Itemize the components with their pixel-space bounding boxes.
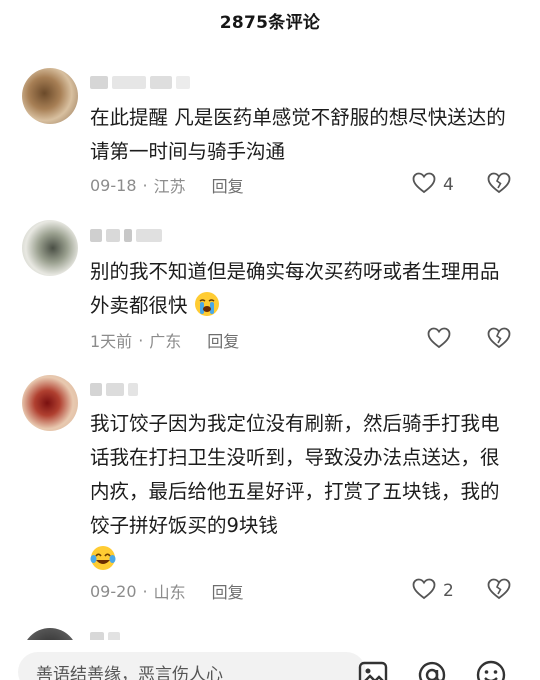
comment-location: 山东 bbox=[153, 583, 186, 602]
comments-header: 2875条评论 bbox=[0, 0, 540, 40]
like-count: 2 bbox=[443, 581, 454, 601]
username-blurred[interactable] bbox=[90, 383, 138, 396]
avatar[interactable] bbox=[22, 68, 78, 124]
comment-text-body: 我订饺子因为我定位没有刷新，然后骑手打我电话我在打扫卫生没听到，导致没办法点送达… bbox=[90, 412, 500, 537]
heart-outline-icon bbox=[412, 578, 436, 605]
dislike-button[interactable] bbox=[485, 172, 513, 198]
comment-date: 09-18 bbox=[90, 175, 137, 195]
username-blurred[interactable] bbox=[90, 229, 162, 242]
loudly-crying-face-emoji bbox=[194, 291, 220, 317]
comment-text: 在此提醒 凡是医药单感觉不舒服的想尽快送达的请第一时间与骑手沟通 bbox=[90, 106, 506, 163]
broken-heart-icon bbox=[487, 172, 511, 198]
comment-date: 1天前 bbox=[90, 332, 133, 351]
comment-text: 别的我不知道但是确实每次买药呀或者生理用品外卖都很快 bbox=[90, 255, 510, 323]
like-button[interactable]: 2 bbox=[412, 578, 454, 604]
reply-button[interactable]: 回复 bbox=[212, 173, 244, 197]
comment-date: 09-20 bbox=[90, 581, 137, 601]
meta-separator: · bbox=[138, 330, 144, 350]
comment-meta: 09-20 · 山东 回复 bbox=[90, 579, 244, 603]
at-sign-icon[interactable] bbox=[415, 658, 449, 680]
heart-outline-icon bbox=[427, 327, 451, 354]
comment-input[interactable]: 善语结善缘，恶言伤人心 bbox=[18, 652, 366, 680]
avatar[interactable] bbox=[22, 375, 78, 431]
like-button[interactable]: 4 bbox=[412, 172, 454, 198]
broken-heart-icon bbox=[487, 327, 511, 353]
comment-meta: 1天前 · 广东 回复 bbox=[90, 328, 239, 352]
comment-input-bar: 善语结善缘，恶言伤人心 bbox=[0, 640, 540, 680]
image-icon[interactable] bbox=[356, 658, 390, 680]
like-count: 4 bbox=[443, 175, 454, 195]
broken-heart-icon bbox=[487, 578, 511, 604]
comment-count-title: 2875条评论 bbox=[219, 12, 321, 33]
reply-button[interactable]: 回复 bbox=[207, 328, 239, 352]
comment-text: 我订饺子因为我定位没有刷新，然后骑手打我电话我在打扫卫生没听到，导致没办法点送达… bbox=[90, 407, 510, 577]
comment-location: 广东 bbox=[149, 332, 182, 351]
dislike-button[interactable] bbox=[485, 327, 513, 353]
meta-separator: · bbox=[142, 175, 148, 195]
comment-location: 江苏 bbox=[153, 177, 186, 196]
like-button[interactable] bbox=[427, 327, 458, 353]
reply-button[interactable]: 回复 bbox=[212, 579, 244, 603]
comment-meta: 09-18 · 江苏 回复 bbox=[90, 173, 244, 197]
avatar[interactable] bbox=[22, 220, 78, 276]
username-blurred[interactable] bbox=[90, 76, 190, 89]
comment-text-body: 别的我不知道但是确实每次买药呀或者生理用品外卖都很快 bbox=[90, 260, 500, 317]
comment-input-placeholder: 善语结善缘，恶言伤人心 bbox=[36, 664, 223, 680]
meta-separator: · bbox=[142, 581, 148, 601]
dislike-button[interactable] bbox=[485, 578, 513, 604]
heart-outline-icon bbox=[412, 172, 436, 199]
smiley-face-icon[interactable] bbox=[474, 658, 508, 680]
face-with-tears-of-joy-emoji bbox=[90, 545, 116, 571]
